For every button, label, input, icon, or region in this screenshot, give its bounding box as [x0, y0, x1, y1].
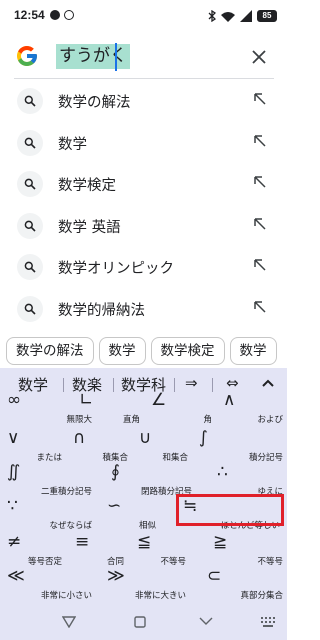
- symbol-key[interactable]: ∵ なぜならば: [0, 496, 96, 534]
- status-time: 12:54: [14, 8, 45, 22]
- google-g-logo: [17, 46, 37, 66]
- search-icon: [17, 171, 43, 197]
- symbol-glyph: ∠: [151, 390, 167, 410]
- symbol-key[interactable]: ≦ 不等号: [130, 532, 190, 570]
- symbol-glyph: ∫: [199, 428, 208, 448]
- symbol-label: および: [257, 415, 283, 425]
- search-input[interactable]: すうがく: [56, 44, 130, 69]
- fill-query-arrow-icon[interactable]: [253, 134, 267, 148]
- suggestion-item[interactable]: 数学 英語: [0, 207, 287, 249]
- symbol-glyph: ⊂: [207, 566, 222, 586]
- symbol-glyph: ∬: [7, 462, 21, 482]
- symbol-key[interactable]: ∬ 二重積分記号: [0, 462, 96, 500]
- fill-query-arrow-icon[interactable]: [253, 300, 267, 314]
- search-divider: [14, 78, 274, 79]
- symbol-glyph: ∪: [139, 428, 152, 448]
- symbol-key[interactable]: ≧ 不等号: [206, 532, 287, 570]
- search-icon: [17, 295, 43, 322]
- symbol-key[interactable]: ≡ 合同: [68, 532, 128, 570]
- chip[interactable]: 数学: [229, 337, 277, 365]
- suggestion-label: 数学の解法: [58, 95, 131, 111]
- symbol-glyph: ∧: [223, 390, 236, 410]
- suggestion-chips: 数学の解法 数学 数学検定 数学: [6, 337, 277, 365]
- symbol-key[interactable]: ∫ 積分記号: [192, 428, 287, 466]
- search-icon: [17, 212, 43, 239]
- search-icon: [17, 129, 43, 156]
- notification-icon: [64, 10, 74, 20]
- symbol-glyph: ∟: [79, 390, 94, 410]
- suggestion-list: 数学の解法 数学 数学検定 数学 英語 数学オリンピック 数学的帰納法: [0, 82, 287, 331]
- symbol-key[interactable]: ∩ 積集合: [66, 428, 132, 466]
- symbol-glyph: ∽: [107, 496, 122, 516]
- suggestion-label: 数学 英語: [58, 219, 121, 236]
- symbol-key[interactable]: ≪ 非常に小さい: [0, 566, 96, 604]
- symbol-glyph: ∵: [7, 496, 18, 516]
- search-bar[interactable]: すうがく: [0, 36, 287, 78]
- symbol-glyph: ∨: [7, 428, 20, 448]
- recents-icon[interactable]: [199, 616, 213, 628]
- symbol-label: 非常に大きい: [134, 591, 186, 601]
- chip[interactable]: 数学: [98, 337, 146, 365]
- chevron-up-icon[interactable]: [262, 379, 274, 387]
- fill-query-arrow-icon[interactable]: [253, 217, 267, 231]
- symbol-label: 真部分集合: [240, 591, 283, 601]
- symbol-glyph: ≡: [75, 532, 90, 552]
- symbol-glyph: ∴: [217, 462, 228, 482]
- suggestion-label: 数学オリンピック: [58, 261, 174, 277]
- suggestion-label: 数学検定: [58, 178, 116, 194]
- symbol-glyph: ∩: [73, 428, 86, 448]
- suggestion-item[interactable]: 数学: [0, 124, 287, 166]
- symbol-glyph: ∮: [111, 462, 120, 482]
- symbol-glyph: ≪: [7, 566, 25, 586]
- symbol-label: 直角: [122, 415, 140, 425]
- suggestion-label: 数学的帰納法: [58, 302, 145, 319]
- highlight-box: [176, 494, 284, 526]
- symbol-key[interactable]: ∪ 和集合: [132, 428, 192, 466]
- fill-query-arrow-icon[interactable]: [253, 175, 267, 189]
- fill-query-arrow-icon[interactable]: [253, 92, 267, 106]
- suggestion-item[interactable]: 数学オリンピック: [0, 248, 287, 290]
- chat-bubble-icon: [50, 10, 60, 20]
- suggestion-label: 数学: [58, 136, 87, 153]
- status-bar: 12:54 85: [0, 0, 287, 32]
- symbol-key[interactable]: ∨ または: [0, 428, 66, 466]
- signal-icon: [240, 10, 252, 22]
- symbol-glyph: ≦: [137, 532, 152, 552]
- symbol-label: 相似: [138, 521, 156, 531]
- home-icon[interactable]: [134, 616, 146, 628]
- suggestion-item[interactable]: 数学検定: [0, 165, 287, 207]
- suggestion-item[interactable]: 数学の解法: [0, 82, 287, 124]
- battery-icon: 85: [257, 10, 277, 22]
- symbol-glyph: ≠: [7, 532, 22, 552]
- symbol-glyph: ∞: [7, 390, 22, 410]
- navigation-bar: [0, 608, 287, 640]
- suggestion-item[interactable]: 数学的帰納法: [0, 290, 287, 332]
- battery-level: 85: [262, 11, 272, 20]
- fill-query-arrow-icon[interactable]: [253, 258, 267, 272]
- search-icon: [17, 254, 43, 280]
- keyboard-switch-icon[interactable]: [260, 616, 276, 628]
- symbol-glyph: ≫: [107, 566, 125, 586]
- bluetooth-icon: [208, 10, 216, 22]
- symbol-key[interactable]: ≠ 等号否定: [0, 532, 66, 570]
- symbol-label: 非常に小さい: [40, 591, 92, 601]
- symbol-glyph: ≧: [213, 532, 228, 552]
- symbol-key[interactable]: ≫ 非常に大きい: [100, 566, 190, 604]
- symbol-key[interactable]: ∽ 相似: [100, 496, 160, 534]
- chip[interactable]: 数学の解法: [6, 337, 94, 365]
- wifi-icon: [221, 11, 235, 22]
- symbol-key[interactable]: ∠ 角: [144, 390, 216, 428]
- search-icon: [17, 88, 43, 114]
- symbol-key[interactable]: ∧ および: [216, 390, 287, 428]
- symbol-key[interactable]: ∟ 直角: [72, 390, 144, 428]
- symbol-key[interactable]: ⊂ 真部分集合: [200, 566, 287, 604]
- text-cursor: [115, 43, 117, 71]
- close-icon[interactable]: [247, 45, 271, 69]
- back-icon[interactable]: [62, 616, 76, 628]
- chip[interactable]: 数学検定: [150, 337, 225, 365]
- symbol-label: なぜならば: [49, 521, 92, 531]
- symbol-label: 角: [203, 415, 212, 425]
